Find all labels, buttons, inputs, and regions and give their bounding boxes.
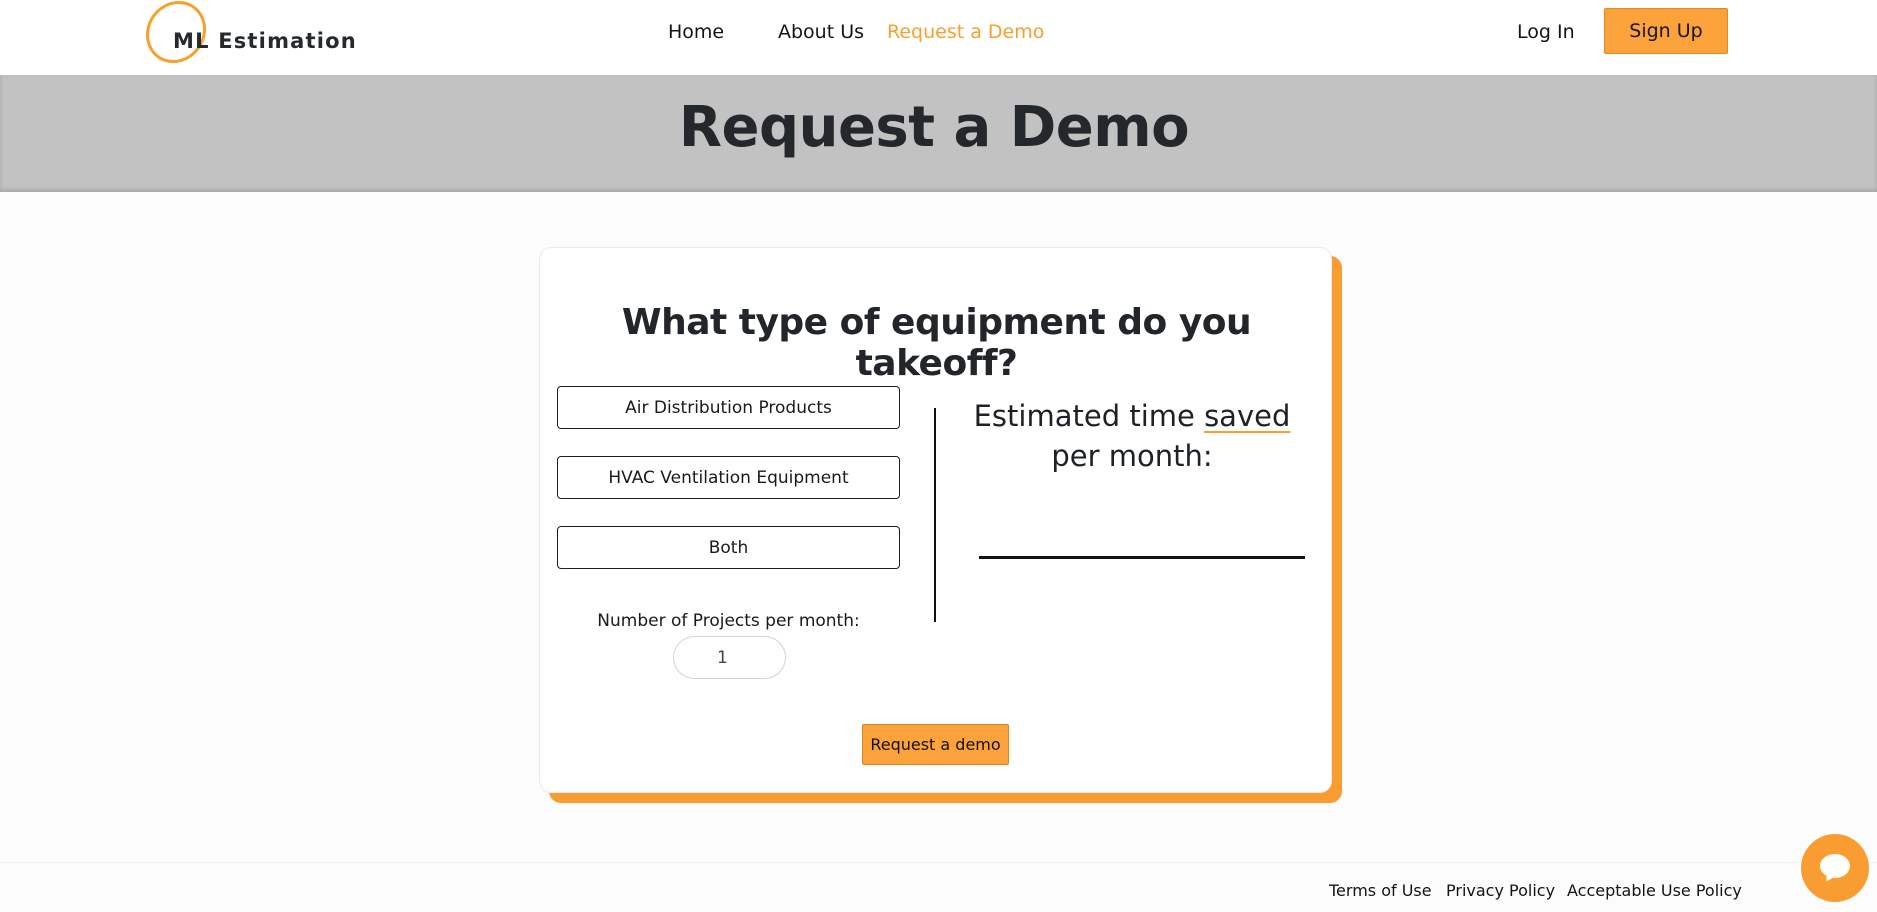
- footer-privacy-link[interactable]: Privacy Policy: [1446, 881, 1555, 900]
- footer-divider: [0, 862, 1877, 863]
- projects-per-month-input[interactable]: [673, 636, 786, 679]
- per-month-text: per month:: [1051, 439, 1213, 473]
- saved-word: saved: [1204, 399, 1291, 433]
- nav-link-request-demo[interactable]: Request a Demo: [887, 21, 1044, 43]
- logo[interactable]: ML Estimation: [133, 0, 356, 75]
- page-banner: Request a Demo: [0, 75, 1877, 192]
- top-navbar: ML Estimation Home About Us Request a De…: [0, 0, 1877, 75]
- demo-card: What type of equipment do you takeoff? A…: [539, 247, 1332, 793]
- page-title: Request a Demo: [678, 95, 1190, 160]
- nav-link-home[interactable]: Home: [668, 21, 724, 43]
- chat-widget-button[interactable]: [1801, 834, 1869, 902]
- projects-per-month-label: Number of Projects per month:: [597, 611, 860, 631]
- option-both-button[interactable]: Both: [557, 526, 900, 569]
- nav-link-about-us[interactable]: About Us: [778, 21, 864, 43]
- estimated-time-heading: Estimated time saved per month:: [962, 396, 1302, 476]
- logo-text: ML Estimation: [173, 29, 357, 53]
- footer-terms-link[interactable]: Terms of Use: [1329, 881, 1432, 900]
- estimated-time-text: Estimated time: [973, 399, 1205, 433]
- equipment-question: What type of equipment do you takeoff?: [621, 302, 1252, 384]
- option-hvac-ventilation-button[interactable]: HVAC Ventilation Equipment: [557, 456, 900, 499]
- result-underline: [979, 556, 1305, 559]
- footer-acceptable-use-link[interactable]: Acceptable Use Policy: [1567, 881, 1742, 900]
- option-air-distribution-button[interactable]: Air Distribution Products: [557, 386, 900, 429]
- vertical-divider: [934, 408, 936, 622]
- login-link[interactable]: Log In: [1517, 21, 1575, 43]
- request-demo-button[interactable]: Request a demo: [862, 724, 1009, 765]
- signup-button[interactable]: Sign Up: [1604, 8, 1728, 54]
